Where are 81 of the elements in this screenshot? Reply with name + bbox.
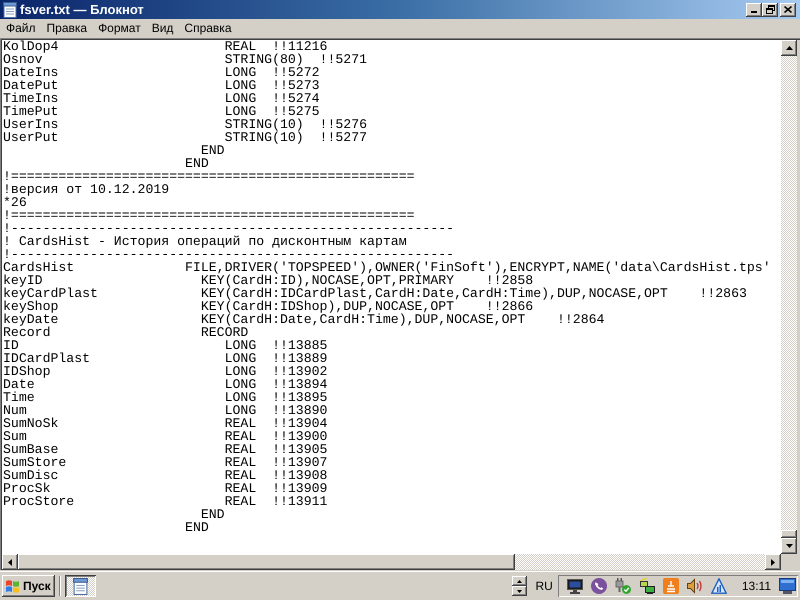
menu-item[interactable]: Вид xyxy=(146,20,178,37)
text-line: keyCardPlast KEY(CardH:IDCardPlast,CardH:Date,CardH:Time),DUP,NOCASE,OPT !!2863 xyxy=(3,287,747,300)
text-line: SumBase REAL !!13905 xyxy=(3,443,328,456)
text-line: keyDate KEY(CardH:Date,CardH:Time),DUP,NOCASE,OPT !!2864 xyxy=(3,313,604,326)
vertical-scrollbar[interactable] xyxy=(781,40,797,554)
text-line: CardsHist FILE,DRIVER('TOPSPEED'),OWNER('FinSoft'),ENCRYPT,NAME('data\CardsHist.tps' xyxy=(3,261,771,274)
text-line: SumStore REAL !!13907 xyxy=(3,456,328,469)
flag-icon xyxy=(5,579,20,593)
text-line: !=================================================== xyxy=(3,209,415,222)
text-line: END xyxy=(185,157,209,170)
window-title: fsver.txt — Блокнот xyxy=(20,2,144,18)
monitor-icon[interactable] xyxy=(566,578,583,594)
text-line: keyShop KEY(CardH:IDShop),DUP,NOCASE,OPT !!2866 xyxy=(3,300,534,313)
scroll-right-button[interactable] xyxy=(765,554,781,570)
text-line: DateIns LONG !!5272 xyxy=(3,66,320,79)
text-line: Date LONG !!13894 xyxy=(3,378,328,391)
language-indicator[interactable]: RU xyxy=(536,579,553,593)
triangle-icon[interactable] xyxy=(710,578,727,594)
menu-item[interactable]: Справка xyxy=(179,20,236,37)
text-line: Sum REAL !!13900 xyxy=(3,430,328,443)
plug-check-icon[interactable] xyxy=(614,578,631,594)
text-line: ! CardsHist - История операций по дисконтным картам xyxy=(3,235,407,248)
text-line: SumDisc REAL !!13908 xyxy=(3,469,328,482)
text-line: !-------------------------------------------------------- xyxy=(3,248,454,261)
triangle-down-icon xyxy=(786,544,792,548)
horizontal-scrollbar[interactable] xyxy=(2,554,781,570)
text-line: END xyxy=(200,508,225,521)
menu-item[interactable]: Правка xyxy=(42,20,92,37)
display-icon[interactable] xyxy=(779,578,796,594)
text-line: Record RECORD xyxy=(3,326,248,339)
triangle-up-icon xyxy=(786,46,792,50)
tile-icon[interactable] xyxy=(662,578,679,594)
triangle-up-icon xyxy=(516,580,522,582)
text-line: TimePut LONG !!5275 xyxy=(3,105,320,118)
speaker-icon[interactable] xyxy=(686,578,703,594)
text-line: UserPut STRING(10) !!5277 xyxy=(3,131,368,144)
taskbar-button[interactable] xyxy=(64,575,96,597)
scroll-up-button[interactable] xyxy=(781,40,797,56)
text-line: ProcSk REAL !!13909 xyxy=(3,482,328,495)
menu-item[interactable]: Формат xyxy=(93,20,146,37)
notepad-icon xyxy=(72,578,88,594)
triangle-right-icon xyxy=(771,558,775,566)
text-line: *26 xyxy=(3,196,27,209)
text-line: IDShop LONG !!13902 xyxy=(3,365,328,378)
phone-bubble-icon[interactable] xyxy=(590,578,607,594)
minimize-icon xyxy=(751,11,757,13)
text-line: KolDop4 REAL !!11216 xyxy=(3,40,328,53)
text-line: Time LONG !!13895 xyxy=(3,391,328,404)
triangle-down-icon xyxy=(516,590,522,592)
minimize-button[interactable] xyxy=(746,2,762,16)
scroll-down-button[interactable] xyxy=(781,538,797,554)
text-line: ID LONG !!13885 xyxy=(3,339,328,352)
text-line: SumNoSk REAL !!13904 xyxy=(3,417,328,430)
spin-up-button[interactable] xyxy=(512,576,527,586)
text-line: Osnov STRING(80) !!5271 xyxy=(3,53,368,66)
text-line: !версия от 10.12.2019 xyxy=(3,183,170,196)
triangle-left-icon xyxy=(8,558,12,566)
text-line: END xyxy=(185,521,209,534)
text-line: !=================================================== xyxy=(3,170,415,183)
text-line: keyID KEY(CardH:ID),NOCASE,OPT,PRIMARY !!2858 xyxy=(3,274,534,287)
network-icon[interactable] xyxy=(638,578,655,594)
text-line: UserIns STRING(10) !!5276 xyxy=(3,118,368,131)
start-button[interactable]: Пуск xyxy=(2,575,55,597)
close-button[interactable] xyxy=(780,2,796,16)
text-line: ProcStore REAL !!13911 xyxy=(3,495,328,508)
scrollbar-thumb[interactable] xyxy=(18,554,515,570)
restore-button[interactable] xyxy=(762,2,778,16)
text-line: IDCardPlast LONG !!13889 xyxy=(3,352,328,365)
scroll-left-button[interactable] xyxy=(2,554,18,570)
text-line: Num LONG !!13890 xyxy=(3,404,328,417)
clock-time[interactable]: 13:11 xyxy=(742,579,771,593)
scrollbar-thumb[interactable] xyxy=(781,530,797,538)
text-line: END xyxy=(200,144,225,157)
notepad-icon xyxy=(3,2,17,18)
restore-icon xyxy=(766,5,774,14)
close-icon xyxy=(784,6,792,13)
spin-down-button[interactable] xyxy=(512,586,527,596)
menu-item[interactable]: Файл xyxy=(1,20,41,37)
text-line: DatePut LONG !!5273 xyxy=(3,79,320,92)
text-line: !-------------------------------------------------------- xyxy=(3,222,454,235)
text-line: TimeIns LONG !!5274 xyxy=(3,92,320,105)
